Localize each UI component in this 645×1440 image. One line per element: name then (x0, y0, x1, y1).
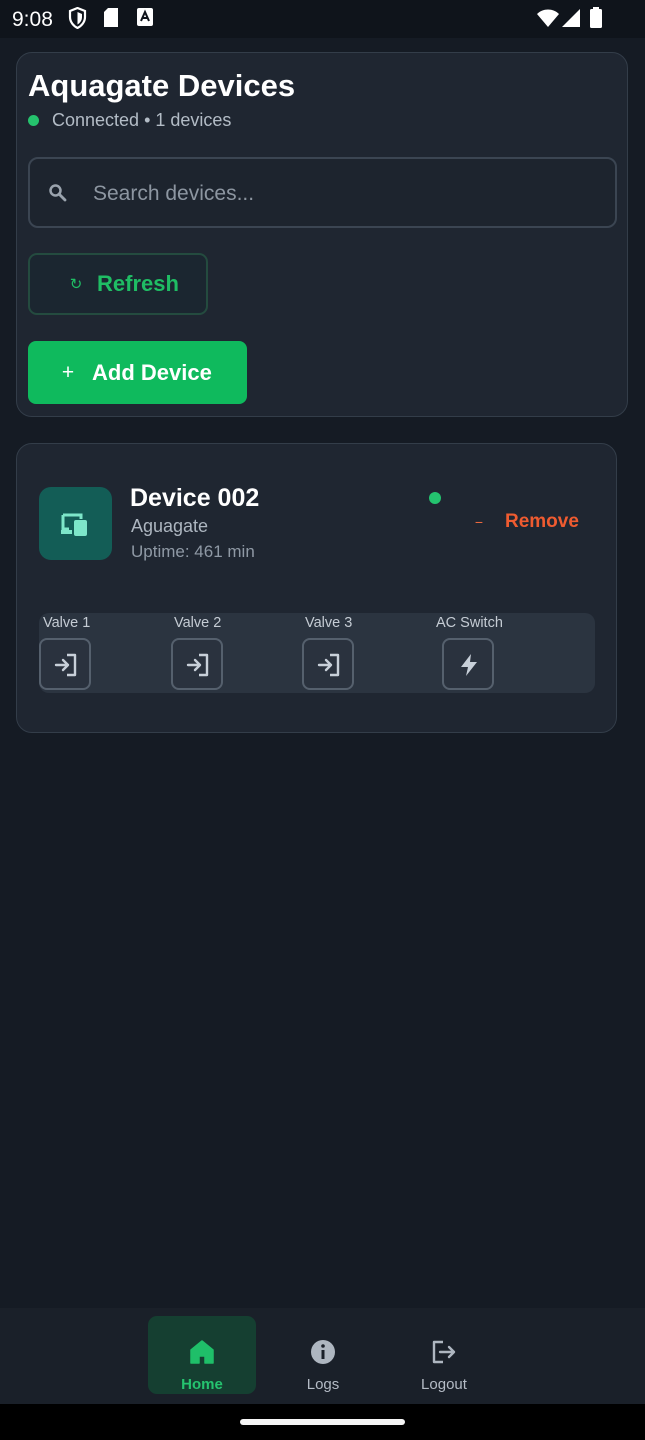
device-avatar (39, 487, 112, 560)
login-arrow-icon (317, 653, 340, 677)
valve-2-button[interactable] (171, 638, 223, 690)
status-bar: 9:08 (0, 0, 645, 38)
home-gesture-handle[interactable] (240, 1419, 405, 1425)
devices-icon (61, 513, 87, 536)
battery-icon (589, 7, 603, 34)
device-card: Device 002 Aguagate Uptime: 461 min − Re… (16, 443, 617, 733)
device-uptime: Uptime: 461 min (131, 542, 255, 561)
refresh-button[interactable]: ↻ Refresh (28, 253, 208, 315)
home-icon (190, 1340, 214, 1364)
online-status-dot-icon (429, 492, 441, 504)
device-controls: Valve 1 Valve 2 Valve 3 AC Switch (39, 613, 595, 693)
remove-button-label: Remove (505, 511, 579, 532)
wifi-icon (536, 7, 560, 34)
control-label: Valve 3 (305, 615, 353, 631)
gesture-navigation-bar (0, 1404, 645, 1440)
status-time: 9:08 (12, 8, 53, 31)
sd-card-icon (103, 7, 119, 33)
add-device-button[interactable]: + Add Device (28, 341, 247, 404)
valve-3-button[interactable] (302, 638, 354, 690)
page-title: Aquagate Devices (28, 68, 296, 103)
lightning-icon (461, 654, 477, 676)
nav-logout[interactable]: Logout (390, 1316, 498, 1394)
search-icon (48, 183, 68, 208)
header-card: Aquagate Devices Connected • 1 devices ↻… (16, 52, 628, 417)
valve-1-button[interactable] (39, 638, 91, 690)
ac-switch-button[interactable] (442, 638, 494, 690)
connection-status-text: Connected • 1 devices (52, 110, 232, 130)
search-field[interactable] (28, 157, 617, 228)
refresh-icon: ↻ (69, 276, 83, 293)
bottom-navigation: Home Logs Logout (0, 1308, 645, 1404)
connected-dot-icon (28, 115, 39, 126)
nav-logs[interactable]: Logs (269, 1316, 377, 1394)
remove-device-button[interactable]: − Remove (473, 511, 579, 533)
shield-icon (68, 6, 87, 34)
nav-home-label: Home (181, 1376, 223, 1393)
login-arrow-icon (54, 653, 77, 677)
a-icon (136, 7, 154, 32)
control-label: Valve 2 (174, 615, 222, 631)
control-label: Valve 1 (43, 615, 91, 631)
control-label: AC Switch (436, 615, 503, 631)
plus-icon: + (61, 360, 75, 384)
signal-icon (561, 7, 581, 34)
refresh-button-label: Refresh (97, 271, 179, 296)
login-arrow-icon (186, 653, 209, 677)
nav-logs-label: Logs (306, 1376, 340, 1393)
nav-logout-label: Logout (421, 1376, 467, 1393)
nav-home[interactable]: Home (148, 1316, 256, 1394)
logout-icon (432, 1340, 456, 1364)
device-type: Aguagate (131, 516, 209, 536)
device-name: Device 002 (130, 484, 260, 512)
connection-status: Connected • 1 devices (28, 110, 231, 131)
add-device-button-label: Add Device (92, 359, 212, 385)
info-icon (311, 1340, 335, 1364)
search-input[interactable] (91, 176, 605, 212)
minus-icon: − (474, 514, 484, 530)
